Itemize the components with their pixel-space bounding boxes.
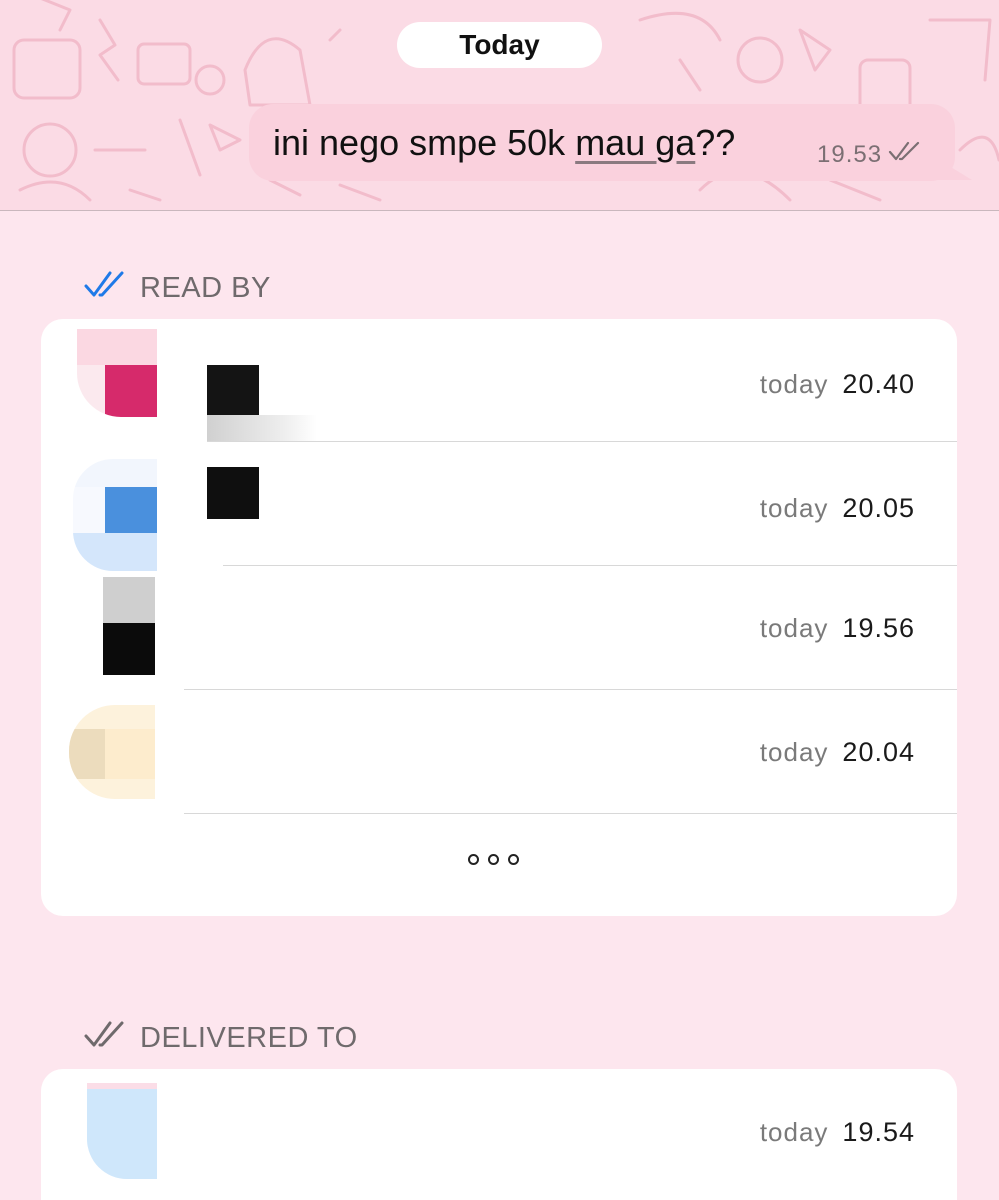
ellipsis-icon[interactable] <box>468 854 519 865</box>
read-time-value: 19.56 <box>842 613 915 643</box>
read-by-row[interactable]: today 19.56 <box>41 567 957 691</box>
avatar <box>69 705 155 799</box>
redacted-name <box>207 365 259 415</box>
message-text: ini nego smpe 50k mau ga?? <box>273 122 735 164</box>
read-day-label: today <box>759 613 829 643</box>
avatar <box>87 1083 157 1179</box>
row-divider <box>207 441 957 442</box>
message-text-underlined: mau ga <box>575 122 696 163</box>
message-meta: 19.53 <box>817 140 922 169</box>
avatar <box>103 577 155 675</box>
read-time: today 20.40 <box>760 369 915 400</box>
row-divider <box>184 689 957 690</box>
read-by-header: READ BY <box>84 270 271 306</box>
delivered-to-row[interactable]: today 19.54 <box>41 1069 957 1193</box>
row-divider <box>184 813 957 814</box>
outgoing-message-bubble[interactable]: ini nego smpe 50k mau ga?? 19.53 <box>249 104 955 181</box>
delivered-time-value: 19.54 <box>842 1117 915 1147</box>
delivered-to-header: DELIVERED TO <box>84 1020 358 1056</box>
read-by-row[interactable]: today 20.04 <box>41 691 957 815</box>
read-by-row[interactable]: today 20.40 <box>41 319 957 443</box>
message-text-part: ini nego smpe 50k <box>273 122 576 163</box>
read-by-label: READ BY <box>140 271 271 304</box>
double-check-blue-icon <box>84 270 126 306</box>
avatar <box>77 329 157 417</box>
read-day-label: today <box>759 493 829 523</box>
delivered-to-label: DELIVERED TO <box>140 1021 358 1054</box>
redacted-name <box>207 467 259 519</box>
message-time: 19.53 <box>817 140 883 168</box>
message-text-end: ?? <box>695 122 736 163</box>
double-check-gray-icon <box>84 1020 126 1056</box>
chat-background: Today ini nego smpe 50k mau ga?? 19.53 <box>0 0 999 211</box>
read-time: today 20.04 <box>760 737 915 768</box>
date-separator-label: Today <box>459 29 540 60</box>
avatar <box>73 459 157 571</box>
delivered-to-list: today 19.54 <box>41 1069 957 1200</box>
read-by-row[interactable]: today 20.05 <box>41 443 957 571</box>
delivered-time: today 19.54 <box>760 1117 915 1148</box>
double-check-icon <box>888 140 922 169</box>
read-time-value: 20.05 <box>842 493 915 523</box>
row-divider <box>223 565 957 566</box>
read-time: today 19.56 <box>760 613 915 644</box>
read-time-value: 20.40 <box>842 369 915 399</box>
date-separator: Today <box>397 22 602 68</box>
read-day-label: today <box>759 369 829 399</box>
read-time: today 20.05 <box>760 493 915 524</box>
redacted-name-shadow <box>207 415 317 441</box>
read-day-label: today <box>759 737 829 767</box>
delivered-day-label: today <box>759 1117 829 1147</box>
read-by-list: today 20.40 today 20.05 today 19.56 toda… <box>41 319 957 916</box>
read-time-value: 20.04 <box>842 737 915 767</box>
